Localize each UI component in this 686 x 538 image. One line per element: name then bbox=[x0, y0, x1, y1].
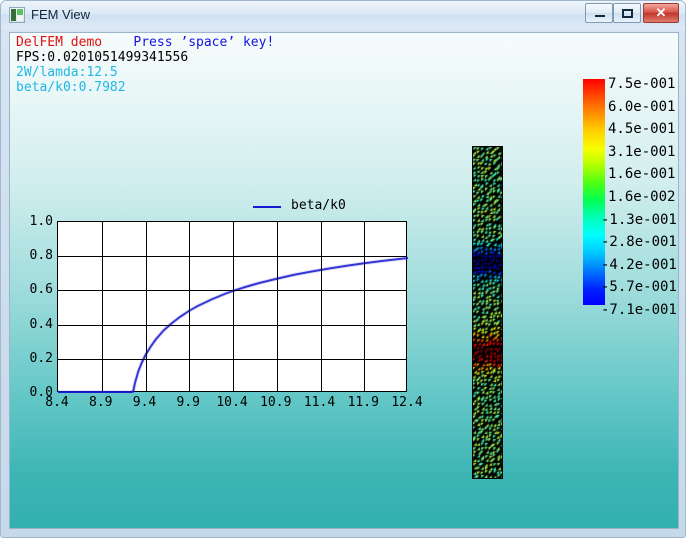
hud-line-1: DelFEM demo Press ’space’ key! bbox=[16, 35, 274, 50]
fem-view-window: FEM View ✕ DelFEM demo Press ’space’ key… bbox=[0, 0, 686, 538]
x-tick-label: 9.9 bbox=[176, 395, 200, 410]
minimize-icon bbox=[595, 15, 605, 17]
colorbar-tick-label: 1.6e-001 bbox=[608, 166, 676, 182]
colorbar-tick-label: -1.3e-001 bbox=[601, 212, 677, 228]
x-axis-labels: 8.4 8.9 9.4 9.9 10.4 10.9 11.4 11.9 12.4 bbox=[10, 395, 440, 415]
close-button[interactable]: ✕ bbox=[643, 3, 679, 23]
x-tick-label: 12.4 bbox=[391, 395, 423, 410]
colorbar-tick-label: -5.7e-001 bbox=[601, 279, 677, 295]
legend-label: beta/k0 bbox=[291, 198, 346, 213]
maximize-button[interactable] bbox=[613, 3, 641, 23]
x-tick-label: 9.4 bbox=[132, 395, 157, 410]
colorbar-tick-label: -7.1e-001 bbox=[601, 302, 677, 318]
beta-k0-plot bbox=[57, 221, 408, 393]
y-tick-label: 1.0 bbox=[29, 214, 53, 229]
colorbar-tick-label: -4.2e-001 bbox=[601, 257, 677, 273]
y-tick-label: 0.2 bbox=[29, 350, 53, 366]
title-bar: FEM View ✕ bbox=[1, 1, 685, 29]
grid-line-vertical bbox=[364, 222, 365, 391]
minimize-button[interactable] bbox=[585, 3, 613, 23]
colorbar-tick-label: 7.5e-001 bbox=[608, 76, 676, 92]
hud-overlay: DelFEM demo Press ’space’ key! FPS:0.020… bbox=[16, 35, 274, 95]
colorbar-tick-label: 1.6e-002 bbox=[608, 189, 676, 205]
x-tick-label: 10.4 bbox=[216, 395, 248, 410]
app-icon bbox=[9, 7, 25, 23]
x-tick-label: 8.4 bbox=[45, 395, 69, 410]
y-tick-label: 0.4 bbox=[29, 316, 53, 332]
maximize-icon bbox=[622, 9, 633, 18]
fps-readout: FPS:0.0201051499341556 bbox=[16, 50, 189, 65]
grid-line-horizontal bbox=[58, 290, 406, 291]
width-lambda-readout: 2W/lamda:12.5 bbox=[16, 65, 118, 80]
grid-line-vertical bbox=[233, 222, 234, 391]
grid-line-vertical bbox=[277, 222, 278, 391]
beta-k0-readout: beta/k0:0.7982 bbox=[16, 80, 126, 95]
gl-render-canvas[interactable]: DelFEM demo Press ’space’ key! FPS:0.020… bbox=[9, 32, 679, 529]
y-tick-label: 0.8 bbox=[29, 248, 53, 264]
grid-line-vertical bbox=[146, 222, 147, 391]
colorbar-tick-label: -2.8e-001 bbox=[601, 234, 677, 250]
press-space-label: Press ’space’ key! bbox=[133, 35, 275, 50]
x-tick-label: 11.9 bbox=[347, 395, 379, 410]
y-tick-label: 0.6 bbox=[29, 282, 53, 298]
grid-line-horizontal bbox=[58, 256, 406, 257]
close-icon: ✕ bbox=[655, 5, 667, 20]
colorbar-tick-label: 4.5e-001 bbox=[608, 121, 676, 137]
x-tick-label: 10.9 bbox=[260, 395, 292, 410]
x-tick-label: 11.4 bbox=[303, 395, 336, 410]
grid-line-horizontal bbox=[58, 325, 406, 326]
grid-line-vertical bbox=[189, 222, 190, 391]
colorbar-tick-label: 3.1e-001 bbox=[608, 144, 676, 160]
grid-line-vertical bbox=[102, 222, 103, 391]
colorbar-tick-label: 6.0e-001 bbox=[608, 99, 676, 115]
grid-line-vertical bbox=[321, 222, 322, 391]
grid-line-horizontal bbox=[58, 359, 406, 360]
fem-mesh-strip[interactable] bbox=[472, 146, 503, 479]
y-axis-labels: 1.0 0.8 0.6 0.4 0.2 0.0 bbox=[10, 33, 53, 528]
legend-line-swatch bbox=[253, 206, 281, 208]
window-title: FEM View bbox=[31, 7, 90, 22]
x-tick-label: 8.9 bbox=[89, 395, 113, 410]
